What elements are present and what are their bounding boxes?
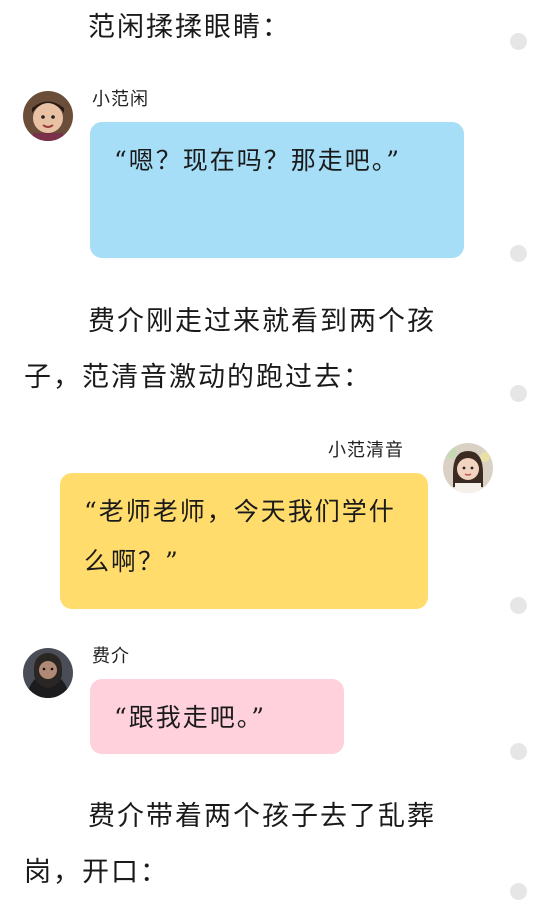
message-text: “嗯？现在吗？那走吧。” bbox=[114, 146, 402, 175]
narration-text: 范闲揉揉眼睛： bbox=[88, 12, 291, 43]
speaker-name: 小范闲 bbox=[92, 89, 149, 110]
message-text: “跟我走吧。” bbox=[114, 703, 267, 732]
speaker-name: 小范清音 bbox=[328, 440, 404, 461]
scroll-dot-icon bbox=[510, 883, 527, 900]
avatar-boy-icon[interactable] bbox=[23, 91, 73, 141]
avatar-girl-icon[interactable] bbox=[443, 443, 493, 493]
scroll-dot-icon bbox=[510, 597, 527, 614]
avatar-man-icon[interactable] bbox=[23, 648, 73, 698]
speaker-name: 费介 bbox=[92, 646, 130, 667]
scroll-dot-icon bbox=[510, 385, 527, 402]
narration-text: 费介带着两个孩子去了乱葬岗，开口： bbox=[24, 801, 436, 888]
scroll-dot-icon bbox=[510, 245, 527, 262]
scroll-dot-icon bbox=[510, 743, 527, 760]
message-text: “老师老师，今天我们学什么啊？” bbox=[84, 497, 396, 576]
message-bubble[interactable]: “老师老师，今天我们学什么啊？” bbox=[60, 473, 428, 609]
message-bubble[interactable]: “嗯？现在吗？那走吧。” bbox=[90, 122, 464, 258]
scroll-dot-icon bbox=[510, 33, 527, 50]
message-bubble[interactable]: “跟我走吧。” bbox=[90, 679, 344, 754]
narration-text: 费介刚走过来就看到两个孩子，范清音激动的跑过去： bbox=[24, 306, 436, 393]
